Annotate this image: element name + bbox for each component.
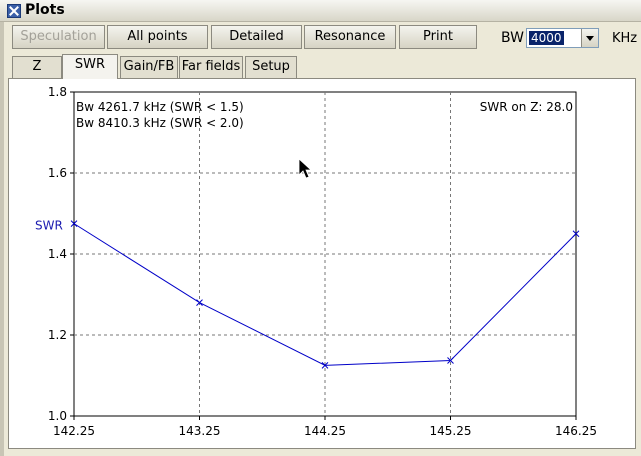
- tab-strip: Z SWR Gain/FB Far fields Setup: [8, 54, 638, 80]
- swr-plot-panel: 142.25 143.25 144.25 145.25 146.25 1.0 1.2 1.4 1…: [8, 78, 636, 449]
- window-left-edge: [0, 22, 4, 456]
- bw-annotation-2-0: Bw 8410.3 kHz (SWR < 2.0): [76, 116, 244, 130]
- y-tick-label: 1.0: [48, 409, 67, 423]
- tab-swr[interactable]: SWR: [62, 54, 118, 79]
- bw-label: BW: [501, 30, 524, 46]
- bw-select[interactable]: 4000: [526, 28, 599, 48]
- bw-annotation-1-5: Bw 4261.7 kHz (SWR < 1.5): [76, 100, 244, 114]
- x-tick-label: 146.25: [555, 424, 597, 438]
- y-tick-label: 1.4: [48, 247, 67, 261]
- tab-z[interactable]: Z: [12, 56, 62, 78]
- speculation-button[interactable]: Speculation: [12, 25, 105, 49]
- tab-setup[interactable]: Setup: [245, 56, 297, 78]
- close-icon[interactable]: [7, 4, 21, 18]
- chevron-down-icon[interactable]: [581, 29, 598, 47]
- x-tick-label: 143.25: [179, 424, 221, 438]
- title-bar[interactable]: Plots: [0, 0, 641, 22]
- y-tick-label: 1.6: [48, 166, 67, 180]
- print-button[interactable]: Print: [399, 25, 477, 49]
- x-tick-label: 144.25: [304, 424, 346, 438]
- x-tick-label: 142.25: [53, 424, 95, 438]
- plots-window: Plots Speculation All points Detailed Re…: [0, 0, 641, 456]
- tab-gain-fb[interactable]: Gain/FB: [120, 56, 178, 78]
- toolbar: Speculation All points Detailed Resonanc…: [0, 22, 641, 54]
- window-title: Plots: [25, 2, 65, 18]
- bw-value[interactable]: 4000: [529, 31, 564, 45]
- bw-unit-label: KHz: [612, 31, 638, 46]
- swr-chart: 142.25 143.25 144.25 145.25 146.25 1.0 1.2 1.4 1…: [35, 85, 597, 438]
- y-tick-label: 1.2: [48, 328, 67, 342]
- swr-on-z-annotation: SWR on Z: 28.0: [480, 100, 573, 114]
- x-tick-label: 145.25: [430, 424, 472, 438]
- detailed-button[interactable]: Detailed: [211, 25, 302, 49]
- y-axis-label: SWR: [35, 219, 63, 233]
- resonance-button[interactable]: Resonance: [304, 25, 396, 49]
- all-points-button[interactable]: All points: [107, 25, 208, 49]
- tab-far-fields[interactable]: Far fields: [179, 56, 243, 78]
- y-tick-label: 1.8: [48, 85, 67, 99]
